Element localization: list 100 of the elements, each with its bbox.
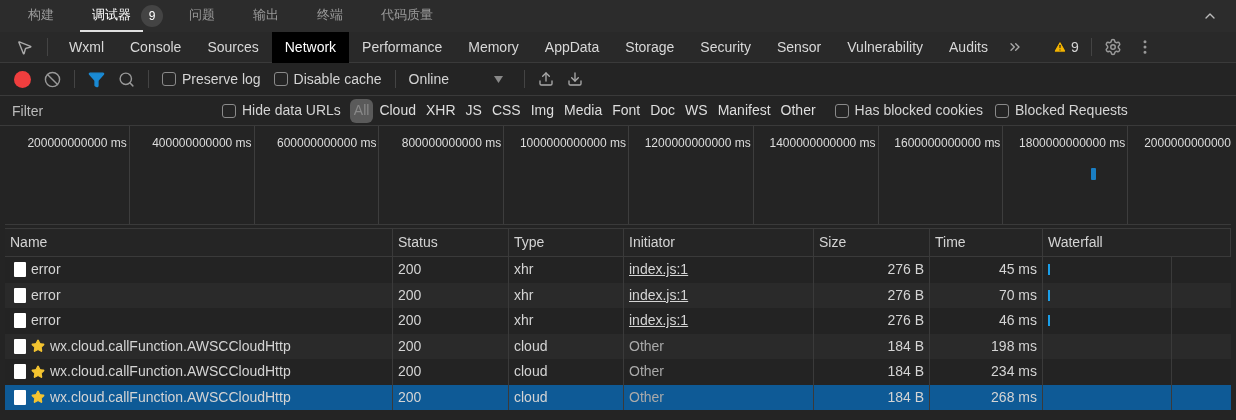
time-text: 45 ms (998, 260, 1037, 280)
size-text: 276 B (887, 260, 924, 280)
timeline-tick: 1200000000000 ms (644, 136, 751, 150)
count-badge: 9 (141, 5, 163, 27)
type-text: xhr (514, 260, 534, 280)
panel-tab[interactable]: 代码质量 (369, 0, 445, 32)
time-text: 46 ms (998, 311, 1037, 331)
request-name: wx.cloud.callFunction.AWSCCloudHttp (50, 362, 291, 382)
status-text: 200 (398, 260, 422, 280)
type-filter[interactable]: Manifest (713, 98, 775, 123)
type-text: xhr (514, 285, 534, 305)
column-header[interactable]: Time (935, 232, 966, 253)
timeline-tick: 1600000000000 ms (894, 136, 1001, 150)
timeline-tick: 1400000000000 ms (769, 136, 876, 150)
clear-icon[interactable] (44, 70, 61, 88)
timeline-tick: 200000000000 ms (27, 136, 127, 150)
request-name: error (31, 311, 61, 331)
column-header[interactable]: Status (398, 232, 438, 253)
checkbox[interactable] (995, 103, 1009, 118)
checkbox[interactable] (162, 72, 176, 86)
checkbox-label: Has blocked cookies (854, 101, 983, 120)
checkbox[interactable] (834, 103, 849, 118)
panel-tab[interactable]: 问题 (177, 0, 227, 32)
search-icon[interactable] (118, 70, 135, 88)
checkbox-label: Preserve log (182, 69, 261, 89)
type-filter[interactable]: Cloud (375, 98, 420, 123)
record-button[interactable] (14, 70, 31, 88)
checkbox[interactable] (222, 103, 236, 118)
devtools-tab[interactable]: Memory (455, 31, 532, 63)
request-name: error (31, 285, 61, 305)
initiator-link[interactable]: index.js:1 (629, 310, 689, 332)
type-text: cloud (514, 336, 548, 356)
initiator-text: Other (629, 387, 664, 407)
time-text: 198 ms (991, 336, 1037, 356)
request-name: wx.cloud.callFunction.AWSCCloudHttp (50, 336, 291, 356)
type-text: cloud (514, 387, 548, 407)
devtools-tab[interactable]: Console (117, 31, 195, 63)
devtools-tab[interactable]: Sources (194, 31, 272, 63)
upload-icon[interactable] (537, 71, 554, 87)
type-filter[interactable]: CSS (487, 98, 525, 123)
type-filter[interactable]: Font (608, 98, 645, 123)
checkbox-label: Disable cache (293, 69, 382, 89)
devtools-tab[interactable]: Wxml (56, 31, 117, 63)
warning-count[interactable]: 9 (1070, 36, 1079, 58)
status-text: 200 (398, 311, 422, 331)
checkbox-label: Hide data URLs (242, 101, 341, 120)
type-filter[interactable]: XHR (422, 98, 460, 123)
request-row[interactable]: wx.cloud.callFunction.AWSCCloudHttp 200 cloud Other 184 B 198 ms (5, 333, 1231, 359)
file-icon (14, 338, 26, 354)
devtools-tab[interactable]: Storage (612, 31, 688, 63)
time-text: 70 ms (998, 285, 1037, 305)
initiator-link[interactable]: index.js:1 (629, 259, 689, 281)
throttling-dropdown[interactable]: Online (408, 68, 503, 90)
request-row[interactable]: error 200 xhr index.js:1 276 B 70 ms (5, 282, 1231, 308)
devtools-tab[interactable]: Sensor (763, 31, 835, 63)
column-header[interactable]: Size (819, 232, 847, 253)
filter-icon[interactable] (88, 70, 105, 88)
warning-icon (1052, 40, 1067, 54)
devtools-tab[interactable]: Network (271, 31, 350, 63)
settings-icon[interactable] (1103, 38, 1122, 56)
request-name: wx.cloud.callFunction.AWSCCloudHttp (50, 387, 291, 407)
request-row[interactable]: wx.cloud.callFunction.AWSCCloudHttp 200 cloud Other 184 B 268 ms (5, 384, 1231, 410)
status-text: 200 (398, 285, 422, 305)
time-text: 268 ms (991, 387, 1037, 407)
time-text: 234 ms (991, 362, 1037, 382)
timeline-tick: 800000000000 ms (401, 136, 502, 150)
timeline-marker (1091, 168, 1096, 180)
type-text: cloud (514, 362, 548, 382)
type-filter[interactable]: Other (776, 98, 820, 123)
size-text: 184 B (887, 387, 924, 407)
column-header[interactable]: Initiator (629, 232, 675, 253)
devtools-tab[interactable]: Performance (349, 31, 456, 63)
timeline-tick: 1000000000000 ms (519, 136, 626, 150)
type-filter[interactable]: Doc (646, 98, 680, 123)
filter-field[interactable]: Filter (0, 98, 210, 123)
checkbox[interactable] (273, 72, 288, 86)
file-icon (14, 262, 26, 278)
type-filter[interactable]: Img (526, 98, 559, 123)
devtools-tab[interactable]: Vulnerability (834, 31, 937, 63)
panel-tab[interactable]: 构建 (16, 0, 66, 32)
column-header[interactable]: Type (514, 232, 545, 253)
type-filter[interactable]: WS (681, 98, 712, 123)
file-icon (14, 364, 26, 380)
request-name: error (31, 260, 61, 280)
panel-tab[interactable]: 终端 (305, 0, 355, 32)
column-header[interactable]: Waterfall (1048, 232, 1103, 253)
element-picker-icon[interactable] (16, 38, 33, 56)
devtools-tab[interactable]: AppData (531, 31, 613, 63)
file-icon (14, 287, 26, 303)
initiator-link[interactable]: index.js:1 (629, 284, 689, 306)
column-header[interactable]: Name (10, 232, 48, 253)
initiator-text: Other (629, 336, 664, 356)
devtools-tab[interactable]: Security (687, 31, 764, 63)
download-icon[interactable] (566, 71, 583, 87)
type-filter[interactable]: JS (461, 98, 486, 123)
devtools-tab[interactable]: Audits (936, 31, 1001, 63)
file-icon (14, 389, 26, 405)
status-text: 200 (398, 387, 422, 407)
type-filter[interactable]: Media (560, 98, 607, 123)
panel-tab[interactable]: 输出 (241, 0, 291, 32)
